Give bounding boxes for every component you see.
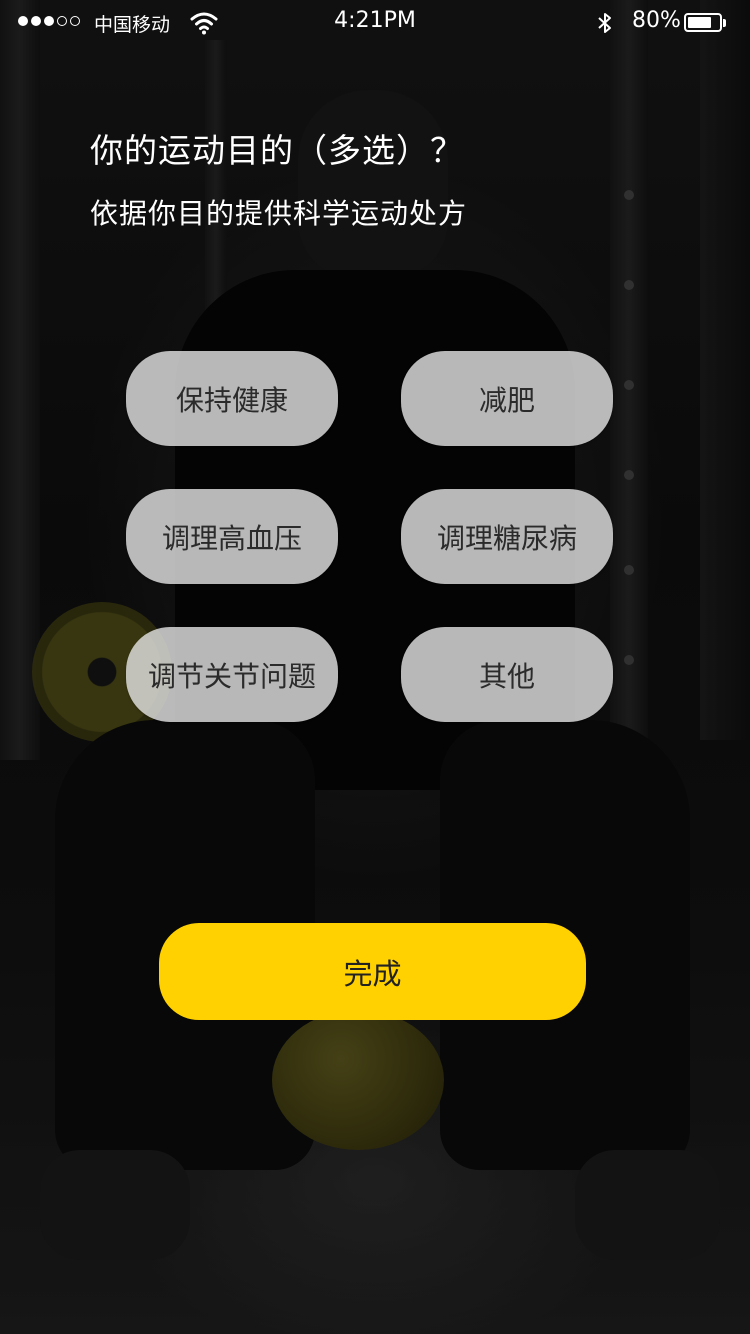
status-bar: 中国移动 4:21PM 80% <box>0 0 750 46</box>
battery-icon <box>684 13 722 32</box>
battery-percent: 80% <box>632 8 681 33</box>
battery-level <box>688 17 712 28</box>
option-joint-issues[interactable]: 调节关节问题 <box>126 627 338 722</box>
option-other[interactable]: 其他 <box>401 627 613 722</box>
page-title: 你的运动目的（多选）？ <box>90 131 464 170</box>
bluetooth-icon <box>598 13 611 33</box>
battery-cap <box>723 19 726 27</box>
goal-options: 保持健康 减肥 调理高血压 调理糖尿病 调节关节问题 其他 <box>126 351 613 722</box>
option-diabetes[interactable]: 调理糖尿病 <box>401 489 613 584</box>
option-hypertension[interactable]: 调理高血压 <box>126 489 338 584</box>
done-button[interactable]: 完成 <box>159 923 586 1020</box>
page-subtitle: 依据你目的提供科学运动处方 <box>90 197 468 230</box>
option-keep-healthy[interactable]: 保持健康 <box>126 351 338 446</box>
option-lose-weight[interactable]: 减肥 <box>401 351 613 446</box>
